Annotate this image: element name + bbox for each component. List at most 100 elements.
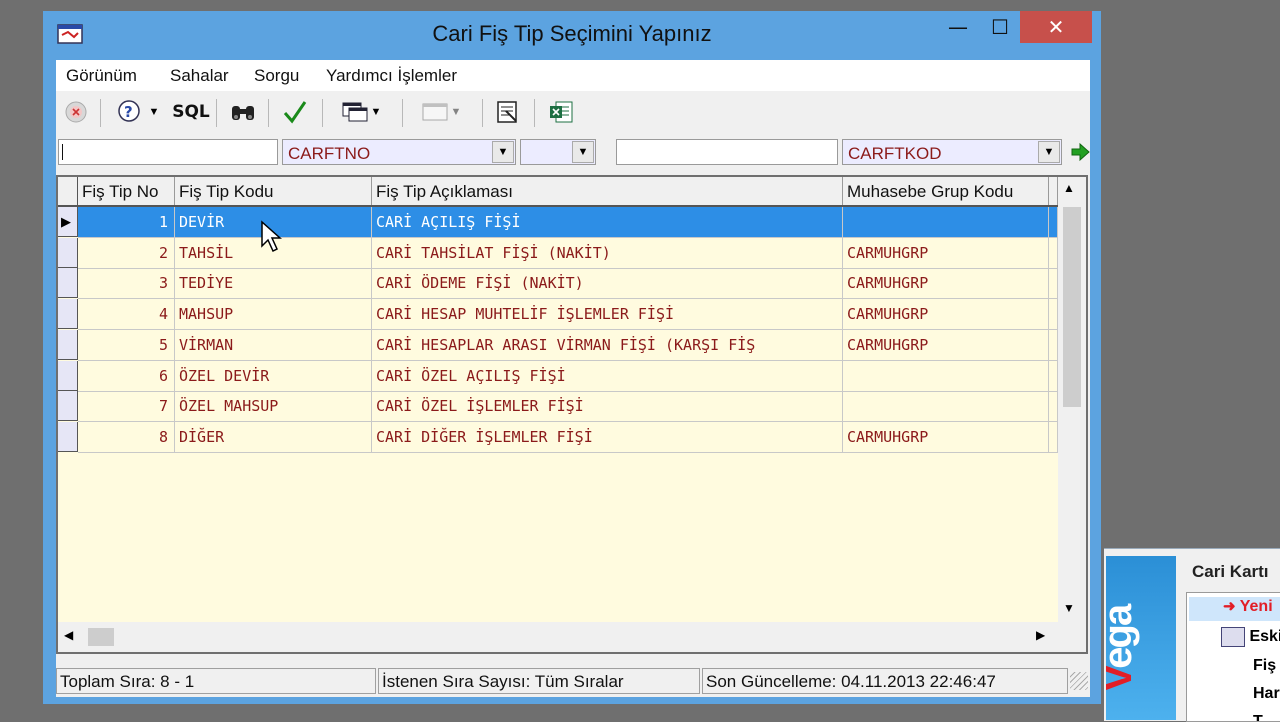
cell-fis-tip-no[interactable]: 4	[78, 299, 175, 331]
menu-sorgu[interactable]: Sorgu	[254, 66, 299, 86]
col-next[interactable]	[1049, 177, 1058, 205]
row-indicator[interactable]	[58, 360, 78, 391]
print-preview-button[interactable]	[490, 97, 524, 127]
col-fis-tip-aciklamasi[interactable]: Fiş Tip Açıklaması	[372, 177, 843, 205]
title-bar[interactable]: Cari Fiş Tip Seçimini Yapınız — ☐ ✕	[43, 11, 1101, 59]
cell-muhasebe-grup-kodu[interactable]: CARMUHGRP	[843, 268, 1049, 300]
minimize-button[interactable]: —	[935, 11, 981, 43]
field-select-2[interactable]: CARFTKOD ▼	[842, 139, 1062, 165]
chevron-down-icon[interactable]: ▼	[492, 141, 514, 163]
table-row[interactable]: 7 ÖZEL MAHSUP CARİ ÖZEL İŞLEMLER FİŞİ	[58, 391, 1058, 423]
cell-fis-tip-kodu[interactable]: ÖZEL DEVİR	[175, 360, 372, 392]
cell-fis-tip-aciklamasi[interactable]: CARİ HESAPLAR ARASI VİRMAN FİŞİ (KARŞI F…	[372, 329, 843, 361]
table-row[interactable]: 6 ÖZEL DEVİR CARİ ÖZEL AÇILIŞ FİŞİ	[58, 360, 1058, 392]
maximize-button[interactable]: ☐	[977, 11, 1023, 43]
cell-fis-tip-aciklamasi[interactable]: CARİ ÖDEME FİŞİ (NAKİT)	[372, 268, 843, 300]
row-indicator[interactable]	[58, 421, 78, 452]
cell-next[interactable]	[1049, 329, 1058, 361]
row-indicator[interactable]: ▶	[58, 207, 78, 237]
cell-fis-tip-no[interactable]: 6	[78, 360, 175, 392]
cell-fis-tip-aciklamasi[interactable]: CARİ HESAP MUHTELİF İŞLEMLER FİŞİ	[372, 299, 843, 331]
cell-muhasebe-grup-kodu[interactable]	[843, 391, 1049, 423]
cell-next[interactable]	[1049, 237, 1058, 269]
cell-next[interactable]	[1049, 391, 1058, 423]
table-row[interactable]: 8 DİĞER CARİ DİĞER İŞLEMLER FİŞİ CARMUHGRP	[58, 421, 1058, 453]
table-row[interactable]: 4 MAHSUP CARİ HESAP MUHTELİF İŞLEMLER FİŞİ…	[58, 299, 1058, 331]
cell-fis-tip-no[interactable]: 2	[78, 237, 175, 269]
bg-item-har[interactable]: Har	[1253, 685, 1280, 703]
cell-next[interactable]	[1049, 268, 1058, 300]
field-select-1[interactable]: CARFTNO ▼	[282, 139, 516, 165]
filter-value-input[interactable]	[616, 139, 838, 165]
help-query-button[interactable]: ? ▼	[108, 97, 168, 127]
row-indicator[interactable]	[58, 299, 78, 330]
scroll-up-icon[interactable]: ▲	[1063, 181, 1075, 195]
col-muhasebe-grup-kodu[interactable]: Muhasebe Grup Kodu	[843, 177, 1049, 205]
filter-text-input[interactable]	[58, 139, 278, 165]
bg-item-t[interactable]: T	[1253, 713, 1263, 721]
apply-filter-button[interactable]	[1070, 141, 1090, 163]
resize-grip-icon[interactable]	[1070, 672, 1088, 690]
form-button[interactable]: ▼	[412, 97, 470, 127]
window-layout-button[interactable]: ▼	[332, 97, 390, 127]
cell-muhasebe-grup-kodu[interactable]	[843, 207, 1049, 238]
row-indicator[interactable]	[58, 329, 78, 360]
horizontal-scroll-thumb[interactable]	[88, 628, 114, 646]
cell-fis-tip-kodu[interactable]: TEDİYE	[175, 268, 372, 300]
cell-next[interactable]	[1049, 360, 1058, 392]
cell-next[interactable]	[1049, 299, 1058, 331]
cell-fis-tip-no[interactable]: 8	[78, 421, 175, 453]
cell-fis-tip-aciklamasi[interactable]: CARİ ÖZEL İŞLEMLER FİŞİ	[372, 391, 843, 423]
cell-muhasebe-grup-kodu[interactable]: CARMUHGRP	[843, 237, 1049, 269]
horizontal-scrollbar[interactable]: ◀ ▶	[58, 622, 1058, 652]
table-row[interactable]: 2 TAHSİL CARİ TAHSİLAT FİŞİ (NAKİT) CARMUHG…	[58, 237, 1058, 269]
scroll-down-icon[interactable]: ▼	[1063, 601, 1075, 615]
cell-fis-tip-no[interactable]: 5	[78, 329, 175, 361]
cell-fis-tip-aciklamasi[interactable]: CARİ AÇILIŞ FİŞİ	[372, 207, 843, 238]
table-row[interactable]: 3 TEDİYE CARİ ÖDEME FİŞİ (NAKİT) CARMUHGRP	[58, 268, 1058, 300]
cell-fis-tip-aciklamasi[interactable]: CARİ DİĞER İŞLEMLER FİŞİ	[372, 421, 843, 453]
cell-muhasebe-grup-kodu[interactable]: CARMUHGRP	[843, 299, 1049, 331]
bg-item-old[interactable]: Eski	[1193, 627, 1280, 647]
menu-sahalar[interactable]: Sahalar	[170, 66, 229, 86]
cell-muhasebe-grup-kodu[interactable]: CARMUHGRP	[843, 421, 1049, 453]
cell-fis-tip-no[interactable]: 7	[78, 391, 175, 423]
row-indicator[interactable]	[58, 237, 78, 268]
scroll-left-icon[interactable]: ◀	[64, 628, 73, 642]
menu-gorunum[interactable]: Görünüm	[66, 66, 137, 86]
vertical-scroll-thumb[interactable]	[1063, 207, 1081, 407]
cell-fis-tip-no[interactable]: 3	[78, 268, 175, 300]
cell-next[interactable]	[1049, 421, 1058, 453]
cell-muhasebe-grup-kodu[interactable]: CARMUHGRP	[843, 329, 1049, 361]
export-excel-button[interactable]	[544, 97, 578, 127]
find-button[interactable]	[226, 97, 260, 127]
cell-fis-tip-kodu[interactable]: ÖZEL MAHSUP	[175, 391, 372, 423]
bg-item-fis[interactable]: Fiş	[1253, 657, 1276, 675]
confirm-button[interactable]	[278, 97, 312, 127]
chevron-down-icon[interactable]: ▼	[1038, 141, 1060, 163]
vertical-scrollbar[interactable]: ▲ ▼	[1058, 177, 1086, 622]
bg-item-new[interactable]: ➜ Yeni	[1189, 597, 1280, 621]
chevron-down-icon[interactable]: ▼	[572, 141, 594, 163]
col-fis-tip-kodu[interactable]: Fiş Tip Kodu	[175, 177, 372, 205]
cell-fis-tip-aciklamasi[interactable]: CARİ TAHSİLAT FİŞİ (NAKİT)	[372, 237, 843, 269]
cell-fis-tip-kodu[interactable]: DİĞER	[175, 421, 372, 453]
row-indicator[interactable]	[58, 391, 78, 422]
menu-yardimci-islemler[interactable]: Yardımcı İşlemler	[326, 66, 457, 86]
cell-fis-tip-kodu[interactable]: MAHSUP	[175, 299, 372, 331]
cell-fis-tip-no[interactable]: 1	[78, 207, 175, 238]
scroll-right-icon[interactable]: ▶	[1036, 628, 1045, 642]
operator-select[interactable]: ▼	[520, 139, 596, 165]
sql-button[interactable]: SQL	[172, 97, 210, 127]
cancel-button[interactable]	[62, 97, 90, 127]
row-indicator[interactable]	[58, 268, 78, 299]
table-row[interactable]: ▶ 1 DEVİR CARİ AÇILIŞ FİŞİ	[58, 207, 1058, 238]
status-bar: Toplam Sıra: 8 - 1 İstenen Sıra Sayısı: …	[56, 666, 1090, 697]
cell-next[interactable]	[1049, 207, 1058, 238]
col-fis-tip-no[interactable]: Fiş Tip No	[78, 177, 175, 205]
cell-fis-tip-kodu[interactable]: VİRMAN	[175, 329, 372, 361]
close-button[interactable]: ✕	[1020, 11, 1092, 43]
cell-fis-tip-aciklamasi[interactable]: CARİ ÖZEL AÇILIŞ FİŞİ	[372, 360, 843, 392]
cell-muhasebe-grup-kodu[interactable]	[843, 360, 1049, 392]
table-row[interactable]: 5 VİRMAN CARİ HESAPLAR ARASI VİRMAN FİŞİ (…	[58, 329, 1058, 361]
